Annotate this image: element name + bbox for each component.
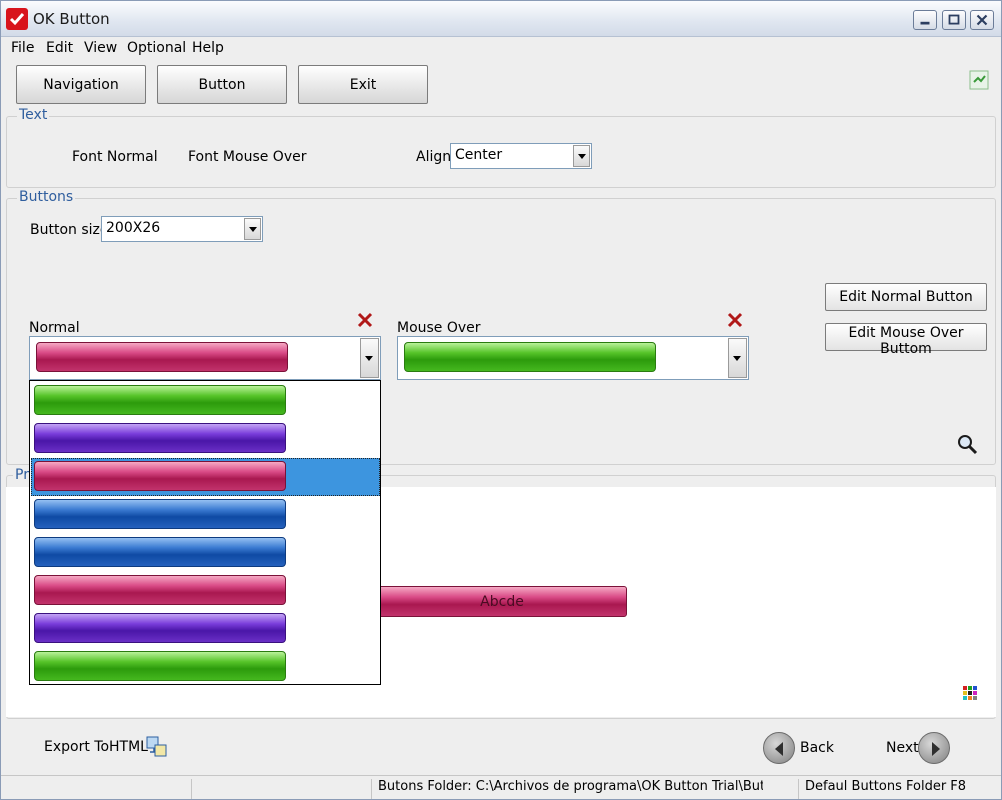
next-label[interactable]: Next bbox=[886, 740, 919, 756]
mouse-over-button-preview bbox=[404, 342, 656, 372]
next-arrow-icon bbox=[932, 742, 940, 756]
align-value: Center bbox=[455, 147, 503, 163]
minimize-icon bbox=[920, 21, 930, 25]
align-select[interactable]: Center bbox=[450, 143, 592, 169]
button-size-value: 200X26 bbox=[106, 220, 161, 236]
dropdown-item-green-2[interactable] bbox=[31, 648, 380, 686]
status-bar: Butons Folder: C:\Archivos de programa\O… bbox=[1, 775, 1001, 799]
status-folder: Butons Folder: C:\Archivos de programa\O… bbox=[371, 779, 763, 799]
dropdown-item-purple-2[interactable] bbox=[31, 610, 380, 648]
font-normal-label[interactable]: Font Normal bbox=[72, 149, 158, 165]
normal-label: Normal bbox=[29, 320, 80, 336]
menu-file[interactable]: File bbox=[11, 40, 34, 56]
status-default-folder: Defaul Buttons Folder F8 bbox=[798, 779, 998, 799]
preview-button-text: Abcde bbox=[480, 594, 524, 610]
back-label[interactable]: Back bbox=[800, 740, 834, 756]
back-arrow-icon bbox=[775, 742, 783, 756]
menu-view[interactable]: View bbox=[84, 40, 117, 56]
button-tab-button[interactable]: Button bbox=[157, 65, 287, 104]
next-button[interactable] bbox=[918, 732, 950, 764]
zoom-icon[interactable] bbox=[956, 433, 978, 455]
normal-button-dropdown-list[interactable] bbox=[29, 380, 381, 685]
edit-mouse-over-button[interactable]: Edit Mouse Over Buttom bbox=[825, 323, 987, 357]
button-size-select[interactable]: 200X26 bbox=[101, 216, 263, 242]
status-cell-empty bbox=[191, 779, 371, 799]
button-size-dropdown-arrow-icon[interactable] bbox=[244, 218, 261, 240]
export-html-icon[interactable] bbox=[146, 736, 168, 758]
dropdown-item-pink[interactable] bbox=[31, 572, 380, 610]
close-button[interactable] bbox=[970, 10, 994, 30]
navigation-button[interactable]: Navigation bbox=[16, 65, 146, 104]
menu-bar: File Edit View Optional Help bbox=[1, 37, 1001, 59]
back-button[interactable] bbox=[763, 732, 795, 764]
normal-button-preview bbox=[36, 342, 288, 372]
dropdown-item-blue[interactable] bbox=[31, 496, 380, 534]
mouse-over-label: Mouse Over bbox=[397, 320, 481, 336]
delete-mouse-over-icon[interactable] bbox=[726, 311, 744, 329]
menu-optional[interactable]: Optional bbox=[127, 40, 186, 56]
maximize-icon bbox=[948, 14, 960, 25]
window-title: OK Button bbox=[33, 10, 110, 28]
font-mouse-over-label[interactable]: Font Mouse Over bbox=[188, 149, 306, 165]
text-group-legend: Text bbox=[17, 107, 50, 123]
dropdown-item-green[interactable] bbox=[31, 382, 380, 420]
refresh-icon[interactable] bbox=[969, 70, 989, 90]
edit-normal-button[interactable]: Edit Normal Button bbox=[825, 283, 987, 311]
menu-edit[interactable]: Edit bbox=[46, 40, 73, 56]
buttons-group-legend: Buttons bbox=[17, 189, 76, 205]
dropdown-item-blue-2[interactable] bbox=[31, 534, 380, 572]
dropdown-item-purple[interactable] bbox=[31, 420, 380, 458]
normal-dropdown-arrow-icon[interactable] bbox=[360, 338, 379, 378]
app-check-icon bbox=[6, 8, 28, 30]
dropdown-item-pink-selected[interactable] bbox=[31, 458, 380, 496]
exit-button[interactable]: Exit bbox=[298, 65, 428, 104]
app-window: OK Button File Edit View Optional Help N… bbox=[0, 0, 1002, 800]
delete-normal-icon[interactable] bbox=[356, 311, 374, 329]
preview-button[interactable]: Abcde bbox=[377, 586, 627, 617]
mouse-over-button-select[interactable] bbox=[397, 336, 749, 380]
minimize-button[interactable] bbox=[913, 10, 937, 30]
align-dropdown-arrow-icon[interactable] bbox=[573, 145, 590, 167]
normal-button-select[interactable] bbox=[29, 336, 381, 380]
mouse-over-dropdown-arrow-icon[interactable] bbox=[728, 338, 747, 378]
align-label: Align bbox=[416, 149, 452, 165]
close-icon bbox=[976, 14, 988, 26]
title-bar: OK Button bbox=[1, 1, 1001, 37]
menu-help[interactable]: Help bbox=[192, 40, 224, 56]
export-html-label[interactable]: Export ToHTML bbox=[44, 739, 148, 755]
color-palette-icon[interactable] bbox=[962, 685, 978, 701]
maximize-button[interactable] bbox=[942, 10, 966, 30]
